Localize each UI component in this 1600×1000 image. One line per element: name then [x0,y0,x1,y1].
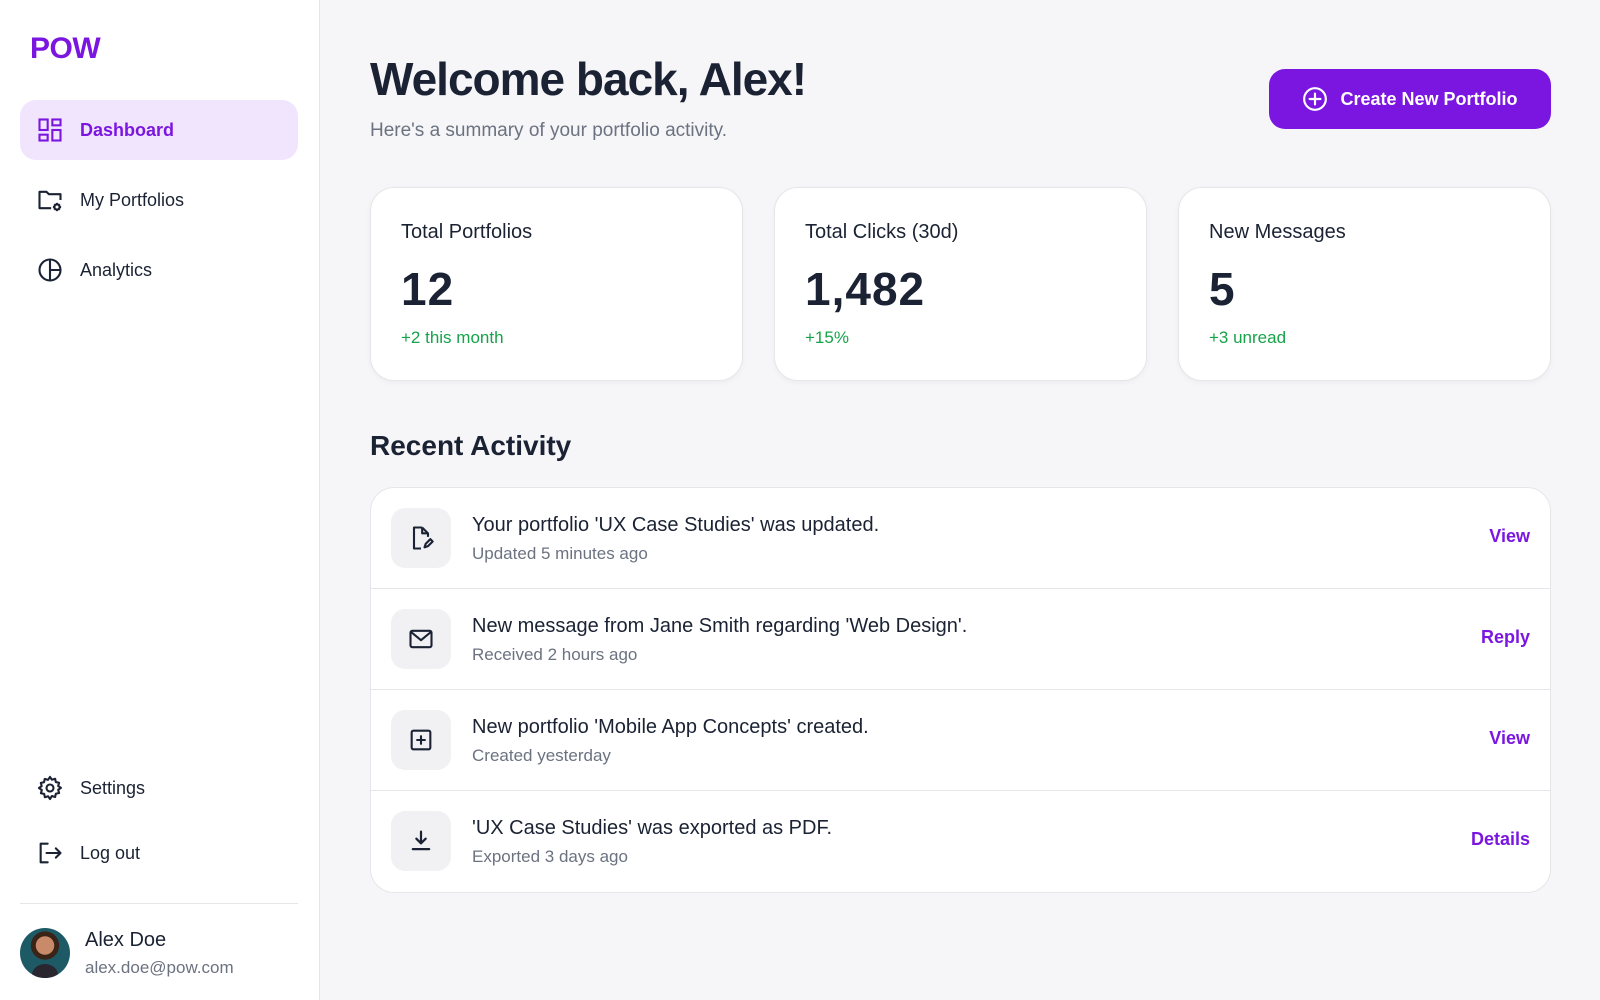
app-logo[interactable]: POW [30,32,101,66]
avatar [20,928,70,978]
plus-circle-icon [1303,87,1328,111]
activity-view-link[interactable]: View [1489,526,1530,547]
gear-icon [36,774,64,802]
page-subtitle: Here's a summary of your portfolio activ… [370,120,728,141]
user-name: Alex Doe [85,928,167,951]
activity-subtitle: Received 2 hours ago [472,645,638,664]
folder-settings-icon [36,186,64,214]
recent-activity-title: Recent Activity [370,430,572,461]
activity-subtitle: Updated 5 minutes ago [472,544,648,563]
stat-change: +15% [805,328,849,347]
stat-change: +3 unread [1209,328,1287,347]
page-title: Welcome back, Alex! [370,53,807,105]
sidebar-item-logout[interactable]: Log out [20,823,298,883]
activity-details-link[interactable]: Details [1471,829,1530,850]
stat-card-new-messages: New Messages 5 +3 unread [1178,187,1551,381]
stat-change: +2 this month [401,328,504,347]
sidebar-item-settings[interactable]: Settings [20,758,298,818]
pie-chart-icon [36,256,64,284]
stat-label: Total Clicks (30d) [805,221,959,243]
stat-value: 5 [1209,263,1236,315]
sidebar-item-label: Log out [80,842,141,863]
create-portfolio-button[interactable]: Create New Portfolio [1269,69,1551,129]
activity-subtitle: Exported 3 days ago [472,847,628,866]
sidebar-item-label: My Portfolios [80,189,185,210]
sidebar-item-label: Settings [80,777,146,798]
add-box-icon [391,710,451,770]
sidebar-item-label: Analytics [80,259,153,280]
sidebar-item-dashboard[interactable]: Dashboard [20,100,298,160]
activity-subtitle: Created yesterday [472,746,611,765]
stat-label: Total Portfolios [401,221,533,243]
activity-row: 'UX Case Studies' was exported as PDF. E… [371,791,1550,892]
activity-view-link[interactable]: View [1489,728,1530,749]
activity-row: Your portfolio 'UX Case Studies' was upd… [371,488,1550,589]
sidebar-divider [20,903,298,904]
stat-card-total-clicks: Total Clicks (30d) 1,482 +15% [774,187,1147,381]
recent-activity-list: Your portfolio 'UX Case Studies' was upd… [370,487,1551,893]
file-edit-icon [391,508,451,568]
stat-label: New Messages [1209,221,1346,243]
activity-row: New message from Jane Smith regarding 'W… [371,589,1550,690]
activity-title: New portfolio 'Mobile App Concepts' crea… [472,716,869,738]
sidebar-item-my-portfolios[interactable]: My Portfolios [20,170,298,230]
activity-reply-link[interactable]: Reply [1481,627,1530,648]
mail-icon [391,609,451,669]
stat-value: 12 [401,263,455,315]
sidebar: POW Dashboard My Portfolios Analytics Se… [0,0,320,1000]
logout-icon [36,839,64,867]
activity-row: New portfolio 'Mobile App Concepts' crea… [371,690,1550,791]
sidebar-item-label: Dashboard [80,119,175,140]
activity-title: New message from Jane Smith regarding 'W… [472,615,968,637]
download-icon [391,811,451,871]
activity-title: Your portfolio 'UX Case Studies' was upd… [472,514,880,536]
activity-title: 'UX Case Studies' was exported as PDF. [472,817,833,839]
user-profile[interactable]: Alex Doe alex.doe@pow.com [20,928,234,978]
user-email: alex.doe@pow.com [85,957,234,977]
dashboard-icon [36,116,64,144]
stat-value: 1,482 [805,263,926,315]
create-portfolio-label: Create New Portfolio [1340,88,1518,109]
stat-card-total-portfolios: Total Portfolios 12 +2 this month [370,187,743,381]
sidebar-item-analytics[interactable]: Analytics [20,240,298,300]
